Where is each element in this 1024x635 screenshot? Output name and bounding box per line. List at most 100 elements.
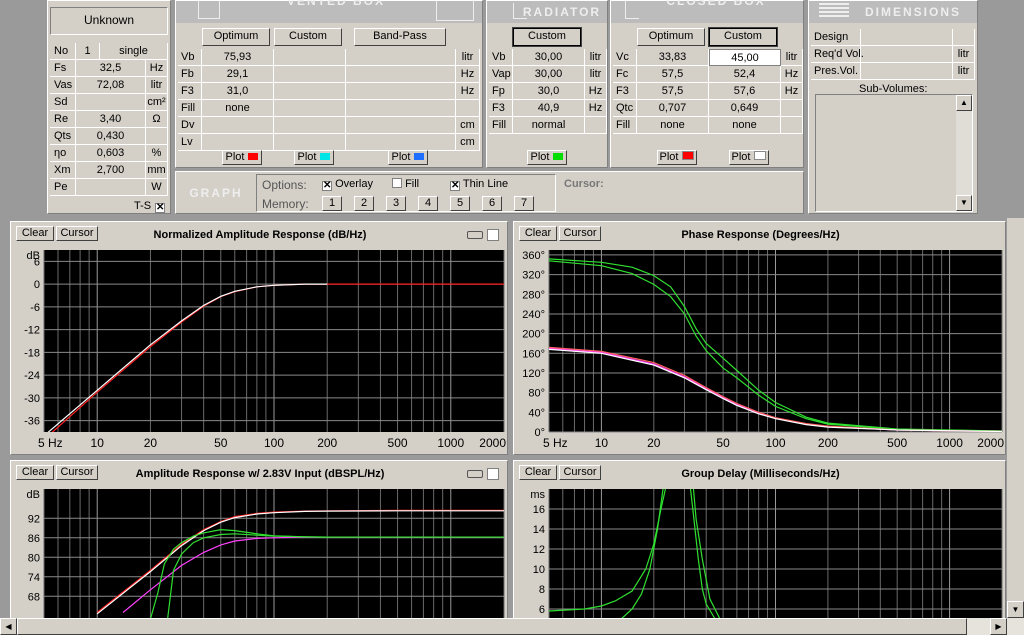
closed-plot-button-1[interactable]: Plot bbox=[657, 150, 697, 165]
radiator-row-value-4[interactable]: normal bbox=[513, 117, 585, 134]
vented-row-bandpass-1[interactable] bbox=[346, 66, 456, 83]
vented-row-custom-0[interactable] bbox=[274, 49, 346, 66]
vented-row-optimum-3[interactable]: none bbox=[202, 100, 274, 117]
sub-volumes-list[interactable]: ▲ ▼ bbox=[815, 94, 973, 212]
vented-custom-button[interactable]: Custom bbox=[274, 28, 342, 46]
overlay-check-icon[interactable]: ✕ bbox=[322, 181, 332, 191]
memory-button-3[interactable]: 3 bbox=[386, 196, 406, 211]
memory-button-5[interactable]: 5 bbox=[450, 196, 470, 211]
driver-name-box[interactable]: Unknown bbox=[50, 7, 168, 35]
radiator-row-value-0[interactable]: 30,00 bbox=[513, 49, 585, 66]
dimension-row-value-1[interactable] bbox=[861, 46, 953, 63]
closed-box-header: CLOSED BOX bbox=[611, 0, 803, 23]
vented-row-custom-1[interactable] bbox=[274, 66, 346, 83]
memory-button-2[interactable]: 2 bbox=[354, 196, 374, 211]
radiator-row-value-3[interactable]: 40,9 bbox=[513, 100, 585, 117]
y-tick-label: 80° bbox=[528, 388, 545, 400]
chart-panel-2: Clear Cursor Phase Response (Degrees/Hz) 36… bbox=[513, 221, 1006, 455]
y-tick-label: 120° bbox=[522, 368, 545, 380]
vented-row-bandpass-3[interactable] bbox=[346, 100, 456, 117]
closed-plot-button-2[interactable]: Plot bbox=[729, 150, 769, 165]
hscroll-thumb[interactable] bbox=[17, 618, 967, 635]
sub-volumes-scrollbar[interactable]: ▲ ▼ bbox=[956, 95, 972, 211]
closed-optimum-button[interactable]: Optimum bbox=[637, 28, 705, 46]
closed-row-custom-1[interactable]: 52,4 bbox=[709, 66, 781, 83]
param-value-5[interactable]: 0,603 bbox=[76, 145, 146, 162]
vented-row-optimum-1[interactable]: 29,1 bbox=[202, 66, 274, 83]
memory-button-7[interactable]: 7 bbox=[514, 196, 534, 211]
closed-row-symbol-0: Vc bbox=[613, 49, 637, 66]
closed-row-custom-4[interactable]: none bbox=[709, 117, 781, 134]
horizontal-scrollbar[interactable]: ◀ ▶ bbox=[0, 618, 1024, 635]
closed-row-optimum-0[interactable]: 33,83 bbox=[637, 49, 709, 66]
vented-plot-button-1[interactable]: Plot bbox=[222, 150, 262, 165]
dimensions-panel: DIMENSIONS Sub-Volumes: ▲ ▼ Design Req'd … bbox=[808, 0, 978, 214]
x-tick-label: 1000 bbox=[437, 436, 464, 450]
vented-row-optimum-0[interactable]: 75,93 bbox=[202, 49, 274, 66]
vscroll-down-arrow-icon[interactable]: ▼ bbox=[1007, 601, 1024, 618]
closed-custom-button[interactable]: Custom bbox=[708, 27, 778, 47]
radiator-plot-button[interactable]: Plot bbox=[527, 150, 567, 165]
mode-value[interactable]: single bbox=[100, 43, 168, 60]
chart-svg[interactable]: 16 14 12 10 8 6 ms bbox=[514, 461, 1005, 619]
param-value-7[interactable] bbox=[76, 179, 146, 196]
radiator-title: RADIATOR bbox=[522, 5, 602, 19]
scroll-up-arrow-icon[interactable]: ▲ bbox=[956, 95, 972, 111]
hscroll-right-arrow-icon[interactable]: ▶ bbox=[990, 618, 1007, 635]
closed-row-custom-0[interactable]: 45,00 bbox=[709, 49, 781, 66]
param-value-4[interactable]: 0,430 bbox=[76, 128, 146, 145]
chart-svg[interactable]: 60-6-12-18-24-30-36dB5 Hz 10 20 50 100 200 500… bbox=[11, 222, 507, 454]
param-value-2[interactable] bbox=[76, 94, 146, 111]
vented-row-symbol-2: F3 bbox=[178, 83, 202, 100]
vented-optimum-button[interactable]: Optimum bbox=[202, 28, 270, 46]
dimension-row-value-2[interactable] bbox=[861, 63, 953, 80]
fill-checkbox[interactable]: Fill bbox=[392, 178, 419, 190]
vented-row-optimum-4[interactable] bbox=[202, 117, 274, 134]
y-tick-label: 360° bbox=[522, 250, 545, 262]
vented-row-optimum-5[interactable] bbox=[202, 134, 274, 151]
vented-band-pass-button[interactable]: Band-Pass bbox=[354, 28, 446, 46]
vented-row-custom-5[interactable] bbox=[274, 134, 346, 151]
vented-plot-button-2[interactable]: Plot bbox=[294, 150, 334, 165]
overlay-checkbox[interactable]: ✕ Overlay bbox=[322, 178, 373, 191]
hscroll-left-arrow-icon[interactable]: ◀ bbox=[0, 618, 17, 635]
vented-row-bandpass-4[interactable] bbox=[346, 117, 456, 134]
closed-row-custom-2[interactable]: 57,6 bbox=[709, 83, 781, 100]
radiator-row-value-1[interactable]: 30,00 bbox=[513, 66, 585, 83]
memory-label: Memory: bbox=[262, 197, 309, 211]
vented-row-bandpass-2[interactable] bbox=[346, 83, 456, 100]
vented-plot-button-3[interactable]: Plot bbox=[388, 150, 428, 165]
vented-row-bandpass-0[interactable] bbox=[346, 49, 456, 66]
no-value[interactable]: 1 bbox=[76, 43, 100, 60]
closed-row-optimum-4[interactable]: none bbox=[637, 117, 709, 134]
chart-svg[interactable]: 92 86 80 74 68 dB bbox=[11, 461, 507, 619]
closed-row-custom-3[interactable]: 0,649 bbox=[709, 100, 781, 117]
x-tick-label: 1000 bbox=[936, 436, 963, 450]
closed-row-optimum-1[interactable]: 57,5 bbox=[637, 66, 709, 83]
fill-check-icon[interactable] bbox=[392, 178, 402, 188]
vented-row-optimum-2[interactable]: 31,0 bbox=[202, 83, 274, 100]
param-value-1[interactable]: 72,08 bbox=[76, 77, 146, 94]
memory-button-6[interactable]: 6 bbox=[482, 196, 502, 211]
dimension-row-value-0[interactable] bbox=[861, 29, 953, 46]
x-tick-label: 2000 bbox=[977, 436, 1004, 450]
scroll-down-arrow-icon[interactable]: ▼ bbox=[956, 195, 972, 211]
vented-row-custom-4[interactable] bbox=[274, 117, 346, 134]
vented-row-custom-2[interactable] bbox=[274, 83, 346, 100]
thin-line-checkbox[interactable]: ✕ Thin Line bbox=[450, 178, 508, 191]
vented-row-custom-3[interactable] bbox=[274, 100, 346, 117]
memory-button-1[interactable]: 1 bbox=[322, 196, 342, 211]
chart-svg[interactable]: 360°320°280°240°200°160°120°80°40°0°5 Hz… bbox=[514, 222, 1005, 454]
vented-row-bandpass-5[interactable] bbox=[346, 134, 456, 151]
ts-checkbox[interactable]: ✕ bbox=[155, 200, 165, 213]
param-value-6[interactable]: 2,700 bbox=[76, 162, 146, 179]
closed-row-optimum-2[interactable]: 57,5 bbox=[637, 83, 709, 100]
param-value-3[interactable]: 3,40 bbox=[76, 111, 146, 128]
radiator-custom-button[interactable]: Custom bbox=[512, 27, 582, 47]
vertical-scrollbar[interactable]: ▼ bbox=[1007, 218, 1024, 618]
radiator-row-value-2[interactable]: 30,0 bbox=[513, 83, 585, 100]
closed-row-optimum-3[interactable]: 0,707 bbox=[637, 100, 709, 117]
memory-button-4[interactable]: 4 bbox=[418, 196, 438, 211]
param-value-0[interactable]: 32,5 bbox=[76, 60, 146, 77]
thin-line-check-icon[interactable]: ✕ bbox=[450, 181, 460, 191]
